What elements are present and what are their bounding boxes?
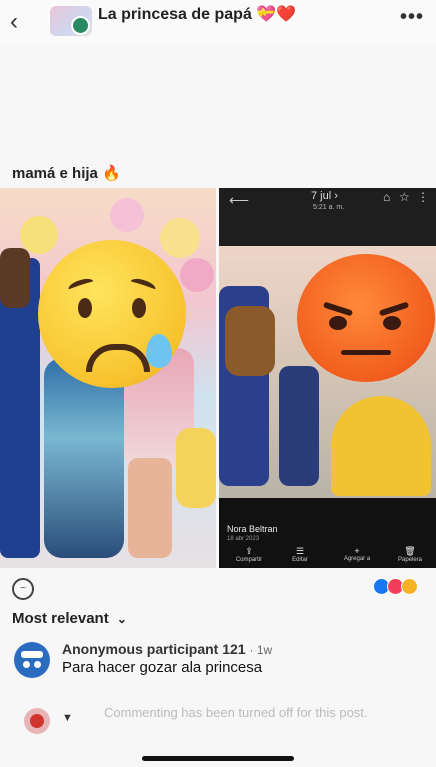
sort-label: Most relevant xyxy=(12,610,109,627)
tear-icon xyxy=(146,334,172,368)
add-to-action[interactable]: + Agregar a xyxy=(331,546,383,562)
post-caption: mamá e hija 🔥 xyxy=(12,165,121,182)
comment-bubble-icon[interactable]: ~ xyxy=(12,578,34,600)
star-icon[interactable]: ☆ xyxy=(399,190,410,204)
more-vertical-icon[interactable]: ⋮ xyxy=(417,190,429,204)
comment-text: Para hacer gozar ala princesa xyxy=(62,659,263,676)
haha-reaction-icon xyxy=(401,578,418,595)
back-arrow-icon[interactable]: ⟵ xyxy=(229,192,249,209)
top-bar: ‹ La princesa de papá 💝❤️ ••• xyxy=(0,0,436,44)
gallery-bottom-bar: Nora Beltran 18 abr 2023 ⇪ Compartir ☰ E… xyxy=(219,498,436,568)
tag-icon[interactable]: ⌂ xyxy=(383,190,390,204)
comment-sort-dropdown[interactable]: Most relevant ⌄ xyxy=(12,610,127,627)
plus-icon: + xyxy=(354,546,360,556)
group-title[interactable]: La princesa de papá 💝❤️ xyxy=(98,4,296,24)
anonymous-badge-icon xyxy=(71,16,90,35)
photo-time: 5:21 a. m. xyxy=(313,204,345,211)
angry-face-emoji-icon xyxy=(297,254,435,382)
commenting-disabled-notice: Commenting has been turned off for this … xyxy=(104,705,368,720)
edit-icon: ☰ xyxy=(295,546,305,556)
group-avatar[interactable] xyxy=(50,6,92,36)
share-action[interactable]: ⇪ Compartir xyxy=(225,546,273,563)
caret-down-icon[interactable]: ▼ xyxy=(62,712,73,724)
trash-action[interactable]: 🗑 Papelera xyxy=(387,546,433,563)
comment-author[interactable]: Anonymous participant 121 · 1w xyxy=(62,641,272,657)
post-photo-right[interactable]: ⟵ 7 jul › 5:21 a. m. ⌂ ☆ ⋮ Nora Beltran … xyxy=(219,188,436,568)
post-photo-left[interactable] xyxy=(0,188,216,568)
anonymous-avatar[interactable] xyxy=(14,642,50,678)
home-indicator[interactable] xyxy=(142,756,294,761)
chevron-down-icon: ⌄ xyxy=(116,612,127,626)
photo-date: 7 jul › xyxy=(311,190,338,202)
edit-action[interactable]: ☰ Editar xyxy=(279,546,321,563)
photo-owner-sub: 18 abr 2023 xyxy=(227,536,260,542)
sad-face-emoji-icon xyxy=(38,240,186,388)
trash-icon: 🗑 xyxy=(404,546,416,556)
share-icon: ⇪ xyxy=(245,546,253,556)
more-options-icon[interactable]: ••• xyxy=(400,6,424,29)
comment-age: 1w xyxy=(256,643,273,657)
gallery-top-bar: ⟵ 7 jul › 5:21 a. m. ⌂ ☆ ⋮ xyxy=(219,188,436,246)
gallery-image xyxy=(219,246,436,498)
back-arrow-icon[interactable]: ‹ xyxy=(10,8,18,36)
photo-owner-name: Nora Beltran xyxy=(227,524,278,534)
reaction-summary[interactable] xyxy=(373,578,418,600)
